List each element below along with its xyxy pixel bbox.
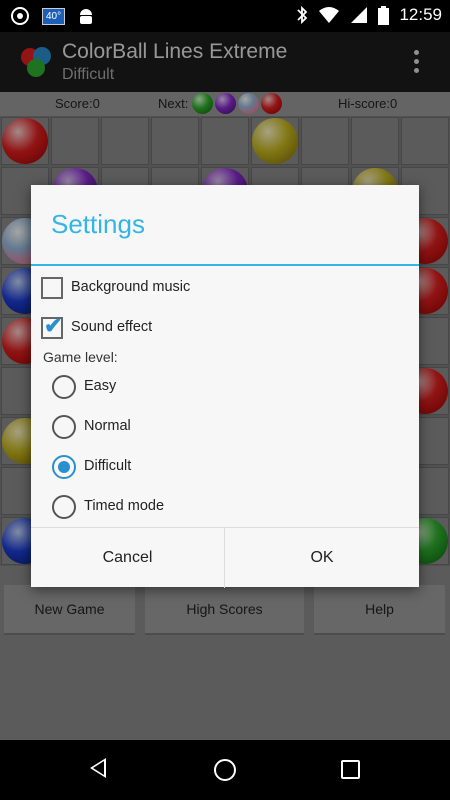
ok-button[interactable]: OK [225, 528, 419, 588]
signal-icon [351, 7, 368, 23]
dialog-buttons: Cancel OK [31, 527, 419, 588]
level-radio-easy[interactable] [52, 375, 76, 399]
game-level-label: Game level: [43, 349, 118, 365]
android-icon [80, 9, 93, 24]
cancel-button[interactable]: Cancel [31, 528, 225, 588]
background-music-checkbox[interactable] [41, 277, 63, 299]
back-icon[interactable] [90, 758, 106, 778]
level-label-normal[interactable]: Normal [84, 418, 131, 434]
recent-apps-icon[interactable] [341, 760, 360, 779]
bluetooth-icon [297, 5, 308, 25]
background-music-label[interactable]: Background music [71, 279, 190, 295]
level-label-easy[interactable]: Easy [84, 378, 116, 394]
status-bar: 40° 12:59 [0, 0, 450, 32]
dialog-title: Settings [51, 209, 145, 239]
status-time: 12:59 [399, 5, 442, 24]
level-label-difficult[interactable]: Difficult [84, 458, 131, 474]
radio-selected-dot [58, 461, 70, 473]
navigation-bar [0, 740, 450, 800]
app-notification-icon [11, 7, 29, 25]
weather-icon: 40° [42, 7, 66, 25]
settings-dialog: Settings Background music ✔ Sound effect… [31, 185, 419, 588]
sound-effect-label[interactable]: Sound effect [71, 319, 152, 335]
level-radio-difficult[interactable] [52, 455, 76, 479]
wifi-icon [319, 7, 340, 23]
battery-icon [378, 5, 390, 25]
dialog-title-divider [31, 264, 419, 266]
sound-effect-checkbox[interactable]: ✔ [41, 313, 63, 339]
level-radio-timed[interactable] [52, 495, 76, 519]
home-icon[interactable] [214, 759, 236, 781]
level-label-timed[interactable]: Timed mode [84, 498, 164, 514]
checkmark-icon: ✔ [44, 313, 63, 338]
level-radio-normal[interactable] [52, 415, 76, 439]
